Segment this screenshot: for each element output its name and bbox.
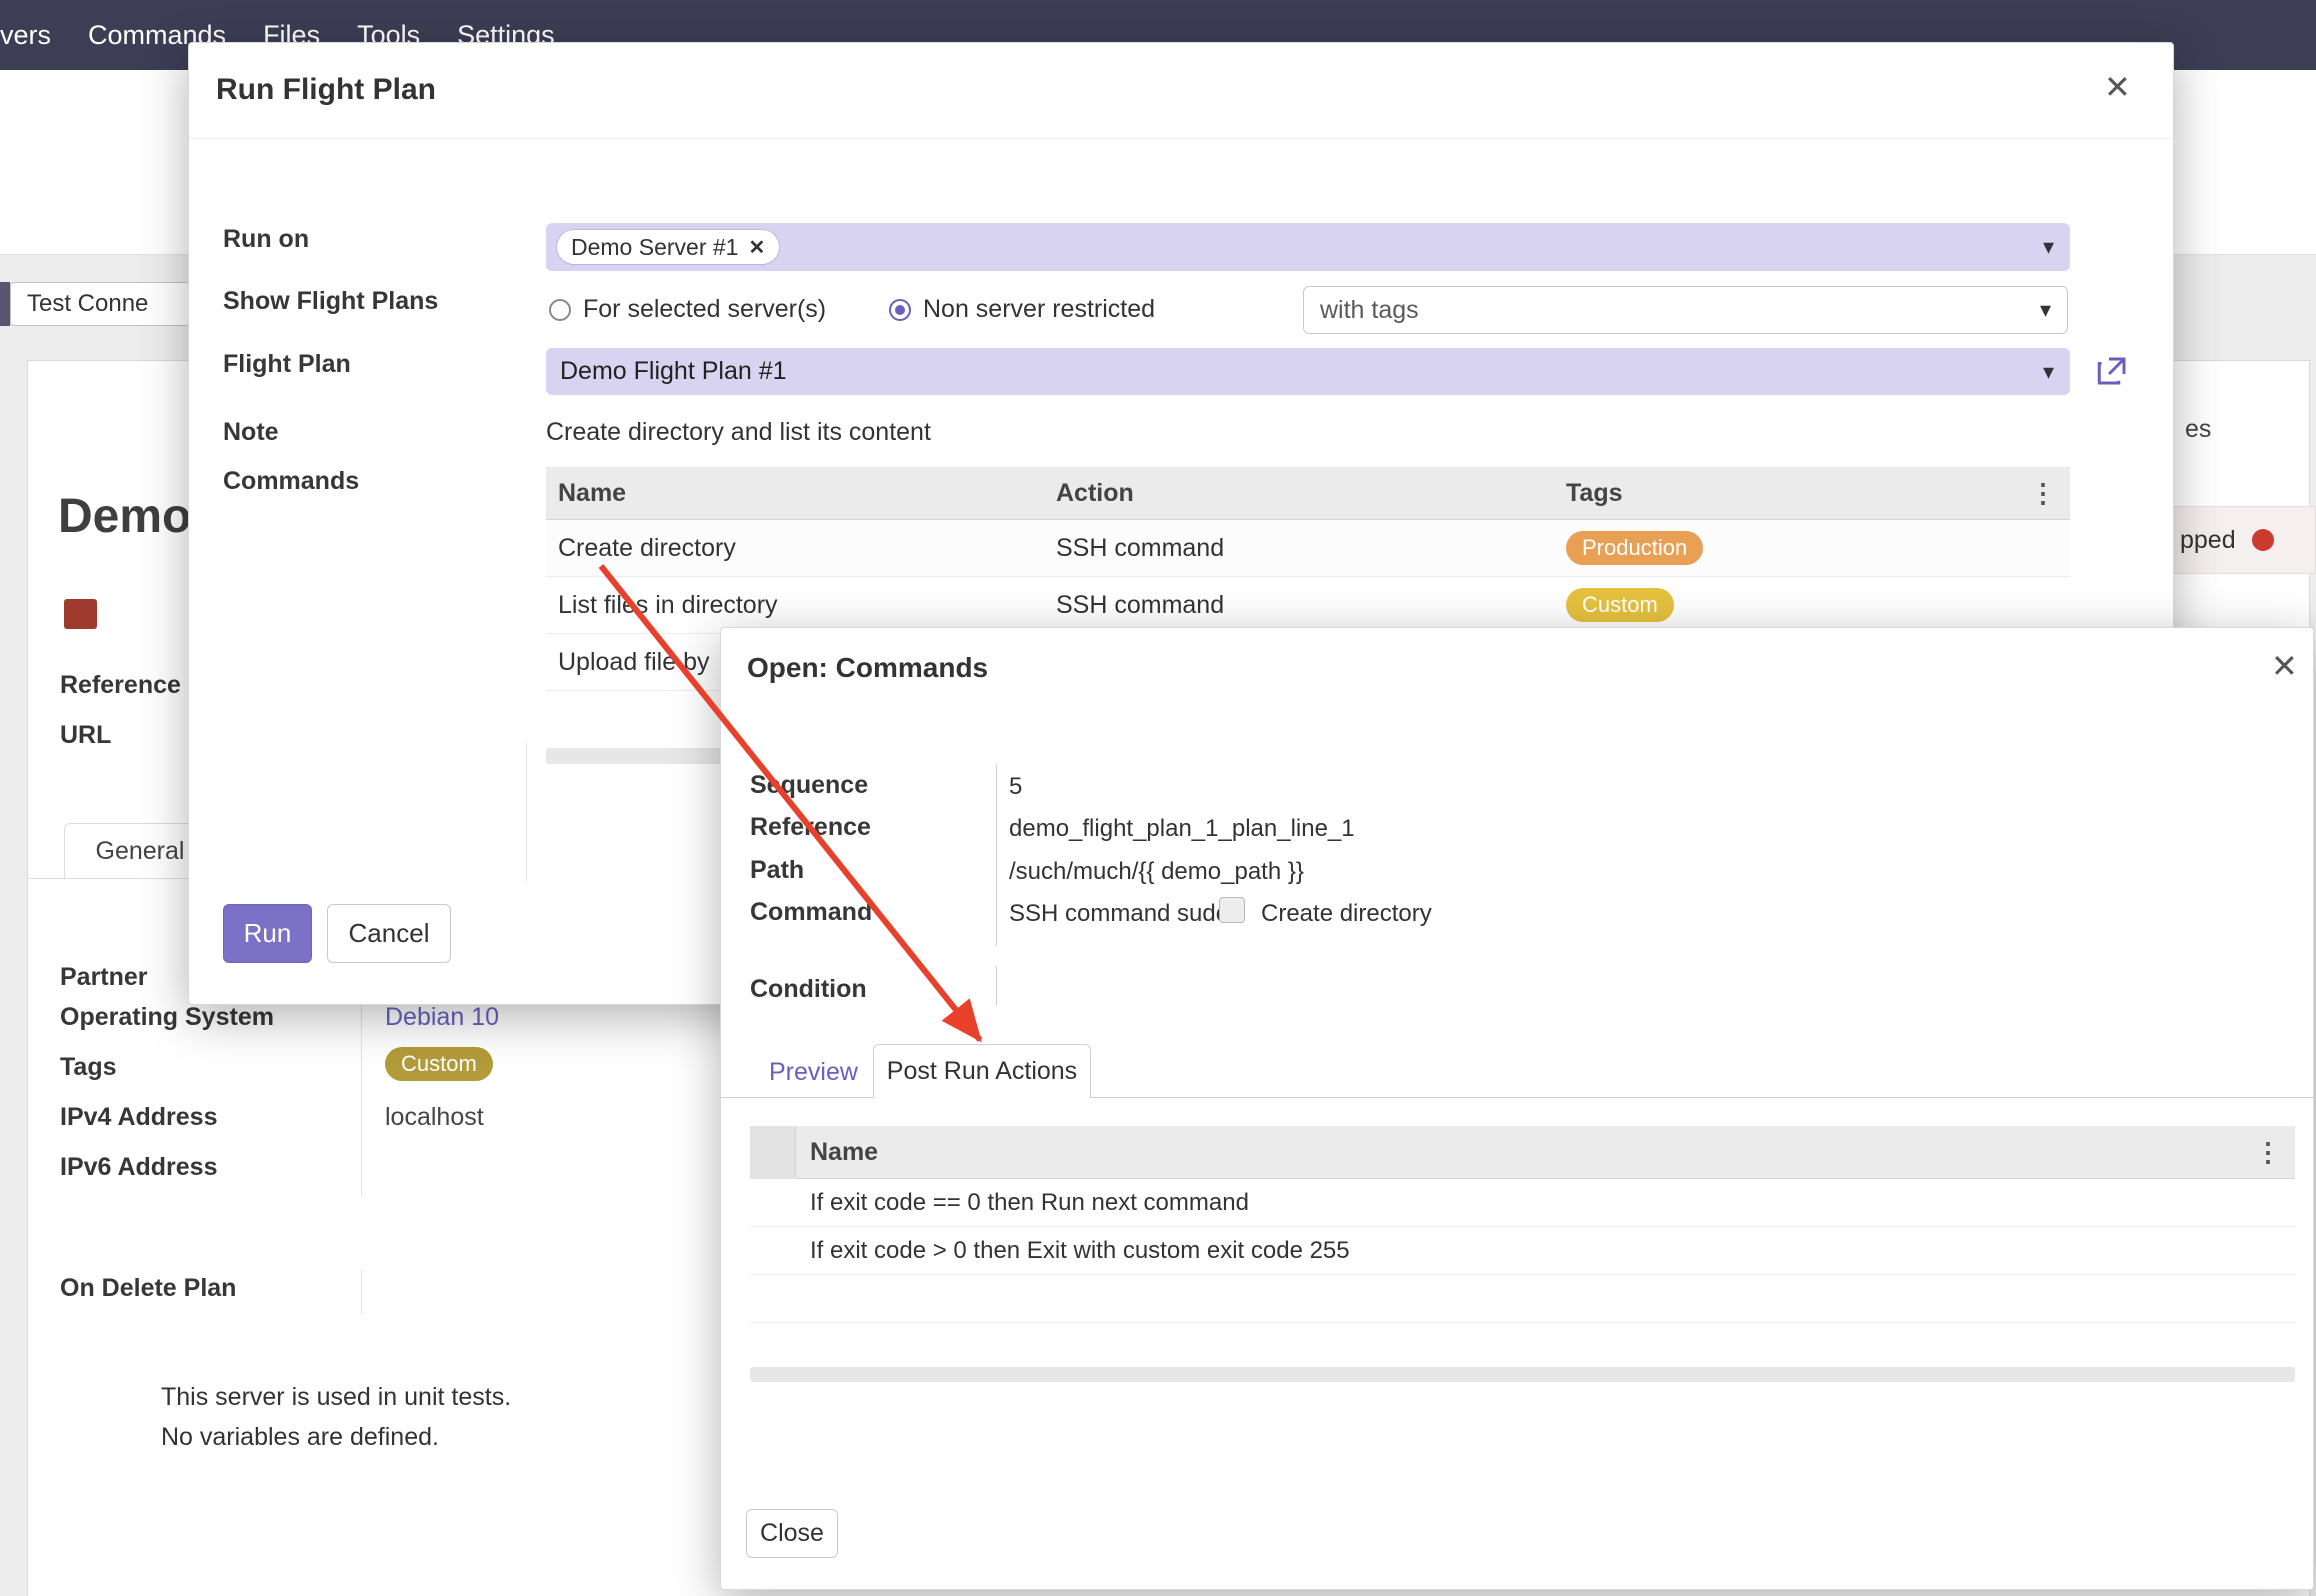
server-chip-label: Demo Server #1 xyxy=(571,234,738,261)
tags-value-badge[interactable]: Custom xyxy=(385,1047,493,1081)
reference-value: demo_flight_plan_1_plan_line_1 xyxy=(1009,815,1355,843)
unit-test-note-line2: No variables are defined. xyxy=(161,1423,439,1452)
chevron-down-icon[interactable]: ▾ xyxy=(2040,297,2051,323)
note-label: Note xyxy=(223,418,279,447)
ipv4-label: IPv4 Address xyxy=(60,1103,217,1132)
server-chip[interactable]: Demo Server #1 ✕ xyxy=(556,229,780,265)
button-sliver[interactable] xyxy=(0,282,10,326)
sequence-value: 5 xyxy=(1009,773,1022,801)
app-screen: vers Commands Files Tools Settings Test … xyxy=(0,0,2316,1596)
tab-post-run-actions[interactable]: Post Run Actions xyxy=(873,1044,1091,1098)
flight-plan-label: Flight Plan xyxy=(223,350,351,379)
production-badge: Production xyxy=(1566,531,1703,565)
create-directory-checkbox[interactable] xyxy=(1219,897,1245,923)
radio-non-server-restricted-label[interactable]: Non server restricted xyxy=(923,295,1155,324)
chevron-down-icon[interactable]: ▾ xyxy=(2043,359,2054,385)
table-row[interactable]: List files in directory SSH command Cust… xyxy=(546,577,2070,634)
test-connection-button[interactable]: Test Conne xyxy=(10,282,190,326)
table-row-empty xyxy=(750,1275,2295,1323)
table-row[interactable]: If exit code == 0 then Run next command xyxy=(750,1179,2295,1227)
os-value-link[interactable]: Debian 10 xyxy=(385,1003,499,1032)
table-row[interactable]: Create directory SSH command Production xyxy=(546,520,2070,577)
command-label: Command xyxy=(750,898,872,927)
reference-label: Reference xyxy=(750,813,871,842)
open-commands-modal: Open: Commands ✕ Sequence Reference Path… xyxy=(720,627,2314,1590)
nav-item-servers[interactable]: vers xyxy=(0,20,51,51)
radio-selected-servers[interactable] xyxy=(549,299,571,321)
ipv4-value: localhost xyxy=(385,1103,484,1132)
command-value: SSH command sudo xyxy=(1009,900,1229,928)
with-tags-select[interactable]: with tags ▾ xyxy=(1303,286,2068,334)
col-header-name[interactable]: Name xyxy=(546,479,1056,508)
run-on-label: Run on xyxy=(223,225,309,254)
commands-table-header: Name Action Tags ⋮ xyxy=(546,467,2070,520)
status-text-partial: pped xyxy=(2180,526,2236,555)
post-run-action-text: If exit code > 0 then Exit with custom e… xyxy=(750,1237,1350,1265)
modal-title: Run Flight Plan xyxy=(216,73,436,107)
radio-non-server-restricted[interactable] xyxy=(889,299,911,321)
divider xyxy=(189,138,2173,139)
col-header-tags[interactable]: Tags xyxy=(1566,479,1623,508)
selection-column-header[interactable] xyxy=(750,1126,796,1179)
chevron-down-icon[interactable]: ▾ xyxy=(2043,234,2054,260)
tab-preview[interactable]: Preview xyxy=(769,1058,858,1087)
tags-label: Tags xyxy=(60,1053,117,1082)
table-options-icon[interactable]: ⋮ xyxy=(2255,1137,2281,1168)
path-label: Path xyxy=(750,856,804,885)
divider xyxy=(526,743,527,881)
row-action: SSH command xyxy=(1056,534,1566,563)
unit-test-note-line1: This server is used in unit tests. xyxy=(161,1383,511,1412)
os-label: Operating System xyxy=(60,1003,274,1032)
divider xyxy=(361,1269,362,1315)
post-run-table-header: Name ⋮ xyxy=(750,1126,2295,1179)
ipv6-label: IPv6 Address xyxy=(60,1153,217,1182)
chip-remove-icon[interactable]: ✕ xyxy=(748,235,765,260)
post-run-actions-table: Name ⋮ If exit code == 0 then Run next c… xyxy=(750,1126,2295,1323)
run-on-select[interactable]: Demo Server #1 ✕ ▾ xyxy=(546,223,2070,271)
flight-plan-value: Demo Flight Plan #1 xyxy=(560,357,787,386)
table-options-icon[interactable]: ⋮ xyxy=(2030,478,2056,509)
external-link-icon[interactable] xyxy=(2094,353,2130,389)
custom-tag-badge[interactable]: Custom xyxy=(385,1047,493,1081)
divider xyxy=(996,966,997,1006)
col-header-action[interactable]: Action xyxy=(1056,479,1566,508)
partner-label: Partner xyxy=(60,963,148,992)
commands-label: Commands xyxy=(223,467,359,496)
divider xyxy=(996,764,997,946)
close-button[interactable]: Close xyxy=(746,1509,838,1558)
close-icon[interactable]: ✕ xyxy=(2104,71,2131,103)
col-header-name[interactable]: Name xyxy=(796,1138,878,1167)
on-delete-plan-label: On Delete Plan xyxy=(60,1274,236,1303)
sequence-label: Sequence xyxy=(750,771,868,800)
status-red-dot-icon xyxy=(2252,529,2274,551)
row-action: SSH command xyxy=(1056,591,1566,620)
row-name: List files in directory xyxy=(546,591,1056,620)
note-value: Create directory and list its content xyxy=(546,418,931,447)
close-icon[interactable]: ✕ xyxy=(2271,650,2298,682)
create-directory-link[interactable]: Create directory xyxy=(1261,900,1432,928)
modal-title: Open: Commands xyxy=(747,652,988,684)
url-label: URL xyxy=(60,721,111,750)
reference-label: Reference xyxy=(60,671,181,700)
show-flight-plans-label: Show Flight Plans xyxy=(223,287,438,316)
path-value: /such/much/{{ demo_path }} xyxy=(1009,858,1304,886)
flight-plan-select[interactable]: Demo Flight Plan #1 ▾ xyxy=(546,348,2070,395)
post-run-action-text: If exit code == 0 then Run next command xyxy=(750,1189,1249,1217)
condition-label: Condition xyxy=(750,975,867,1004)
table-row[interactable]: If exit code > 0 then Exit with custom e… xyxy=(750,1227,2295,1275)
run-button[interactable]: Run xyxy=(223,904,312,963)
with-tags-placeholder: with tags xyxy=(1320,296,1419,325)
custom-badge: Custom xyxy=(1566,588,1674,622)
color-swatch[interactable] xyxy=(64,599,97,629)
scrollbar-track[interactable] xyxy=(750,1367,2295,1382)
row-name: Create directory xyxy=(546,534,1056,563)
right-edge-partial-text: es xyxy=(2185,415,2211,444)
radio-selected-servers-label[interactable]: For selected server(s) xyxy=(583,295,826,324)
server-title: Demo xyxy=(58,489,191,544)
cancel-button[interactable]: Cancel xyxy=(327,904,451,963)
